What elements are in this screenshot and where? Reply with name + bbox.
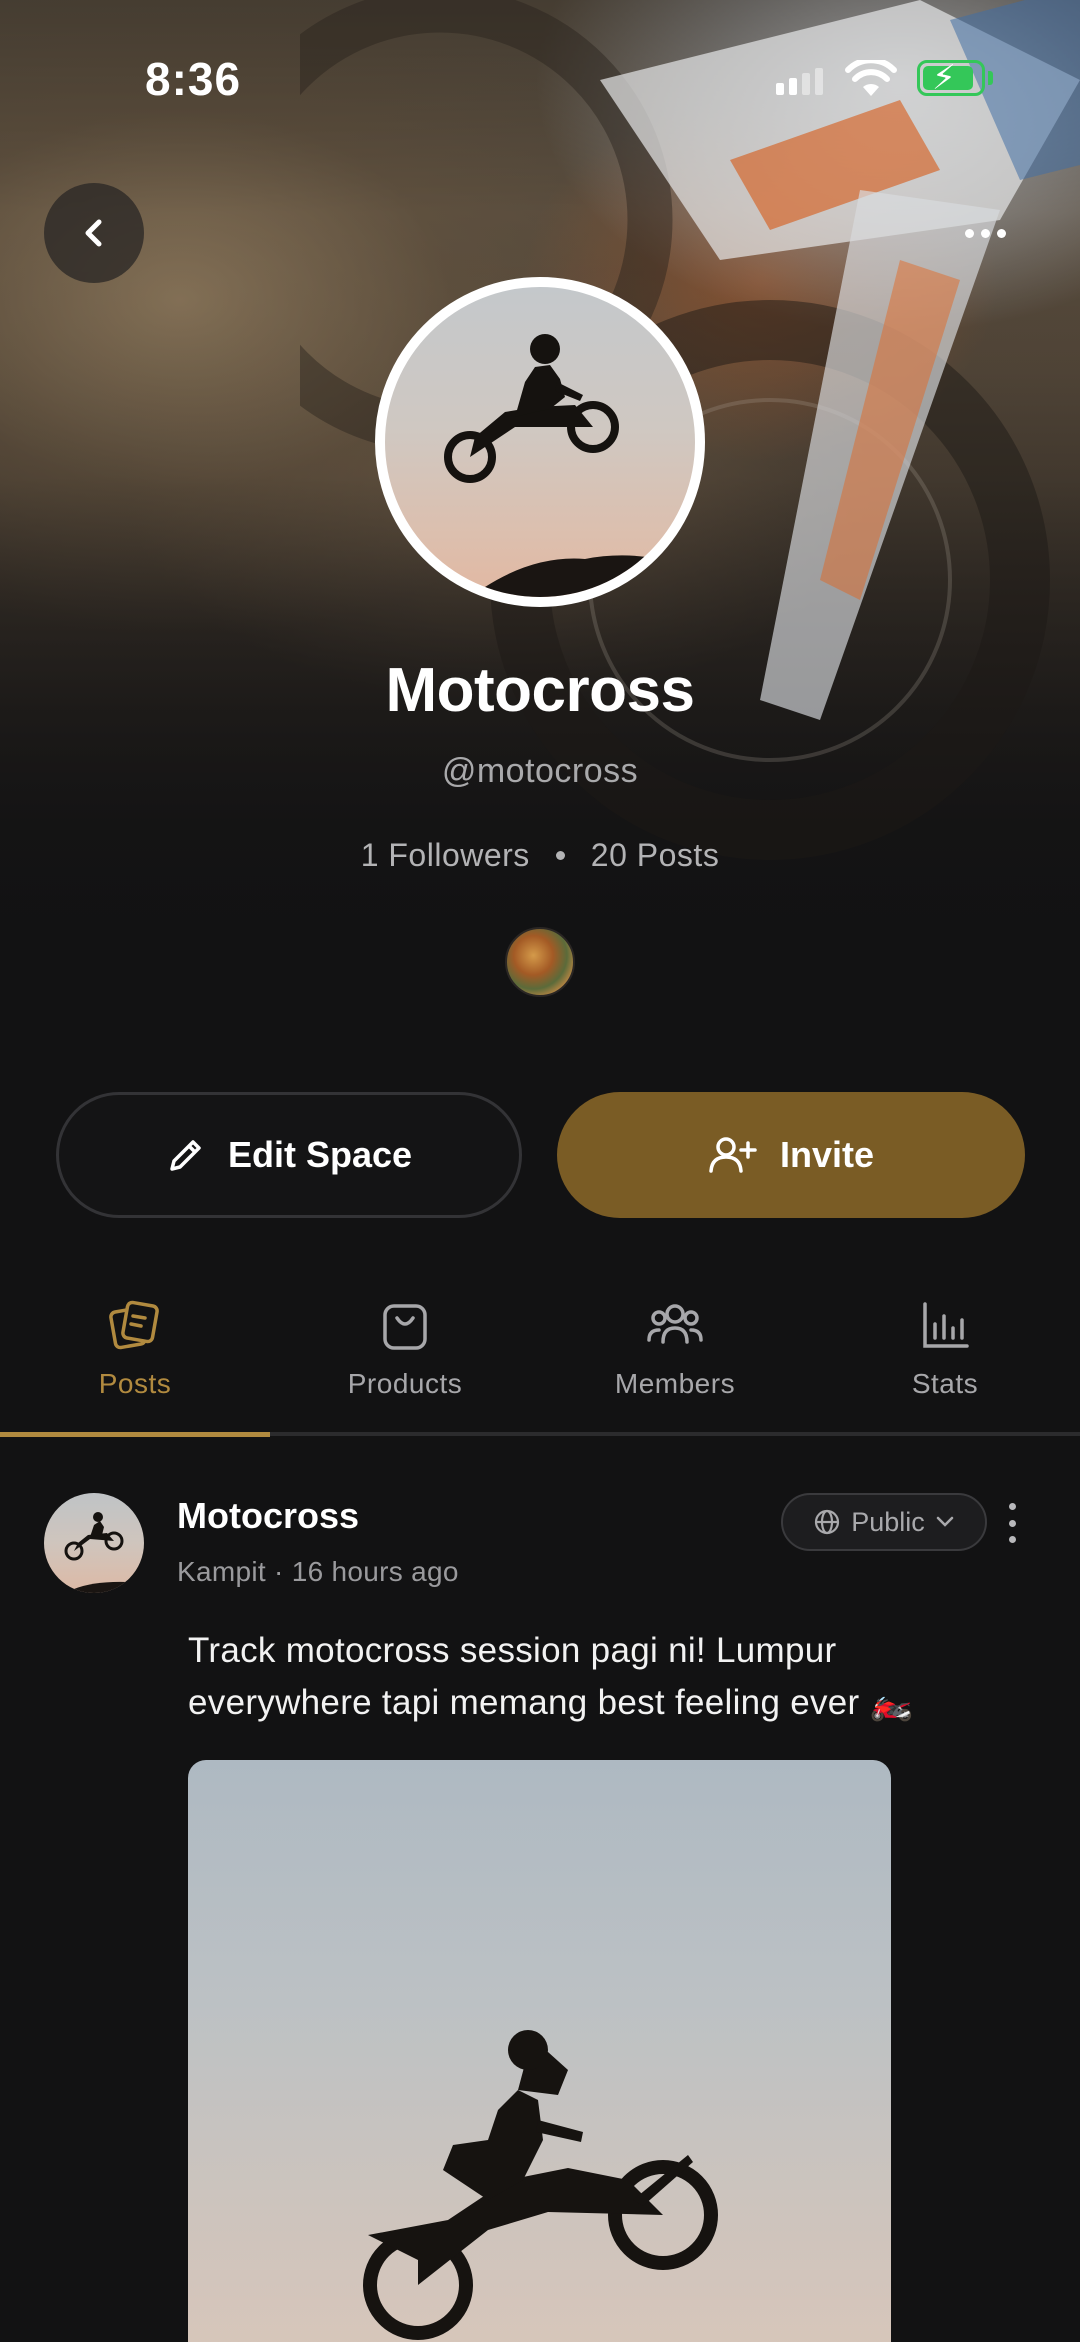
chevron-left-icon (85, 219, 102, 247)
invite-label: Invite (779, 1134, 875, 1175)
invite-button[interactable]: Invite (557, 1092, 1025, 1218)
profile-tabs: Posts Products Members Stats (0, 1290, 1080, 1440)
battery-cap (988, 71, 993, 85)
status-time: 8:36 (145, 53, 242, 105)
separator-dot (555, 851, 565, 860)
edit-space-label: Edit Space (227, 1134, 413, 1175)
more-dot (1008, 1519, 1016, 1527)
tab-products[interactable]: Products (270, 1290, 540, 1440)
tab-stats[interactable]: Stats (810, 1290, 1080, 1440)
post-text: Track motocross session pagi ni! Lumpur … (188, 1631, 914, 1722)
status-bar: 8:36 ⚡ (0, 0, 1080, 150)
more-dot (996, 228, 1006, 238)
edit-space-button[interactable]: Edit Space (56, 1092, 522, 1218)
posts-icon (109, 1300, 159, 1350)
add-user-icon (709, 1137, 757, 1173)
more-dot (1008, 1536, 1016, 1543)
bag-icon (383, 1304, 427, 1350)
active-tab-indicator (0, 1432, 270, 1437)
members-icon (647, 1304, 703, 1344)
tab-products-label: Products (347, 1368, 463, 1399)
post-author-name[interactable]: Motocross (177, 1495, 359, 1537)
followers-count[interactable]: 1 Followers (361, 837, 530, 874)
post-author-avatar[interactable] (44, 1493, 144, 1593)
space-avatar[interactable] (375, 277, 705, 607)
motocross-jump-photo (363, 2030, 718, 2340)
tab-members[interactable]: Members (540, 1290, 810, 1440)
bar-chart-icon (923, 1302, 969, 1348)
visibility-label: Public (851, 1506, 925, 1537)
tab-stats-label: Stats (911, 1368, 979, 1399)
motocross-rider-image (444, 334, 695, 597)
posts-count[interactable]: 20 Posts (591, 837, 720, 874)
space-stats: 1 Followers 20 Posts (0, 837, 1080, 874)
post-more-button[interactable] (1000, 1503, 1024, 1543)
back-button[interactable] (44, 183, 144, 283)
space-handle: @motocross (441, 752, 639, 790)
more-dot (1008, 1503, 1016, 1510)
chevron-down-icon (936, 1516, 954, 1527)
post-image[interactable] (188, 1760, 891, 2342)
tab-posts-label: Posts (98, 1368, 172, 1399)
charging-icon: ⚡ (932, 59, 956, 97)
more-options-button[interactable] (945, 203, 1025, 263)
member-avatar[interactable] (505, 927, 575, 997)
more-dot (964, 228, 974, 238)
motocross-rider-image (64, 1512, 144, 1593)
space-name: Motocross (385, 656, 695, 725)
wifi-icon (845, 60, 897, 96)
pencil-icon (170, 1140, 201, 1171)
cellular-signal-icon (776, 68, 823, 95)
visibility-dropdown[interactable]: Public (781, 1493, 987, 1551)
more-dot (980, 228, 990, 238)
globe-icon (815, 1509, 840, 1535)
tab-posts[interactable]: Posts (0, 1290, 270, 1440)
post-meta: Kampit · 16 hours ago (177, 1556, 459, 1587)
tab-members-label: Members (614, 1368, 736, 1399)
